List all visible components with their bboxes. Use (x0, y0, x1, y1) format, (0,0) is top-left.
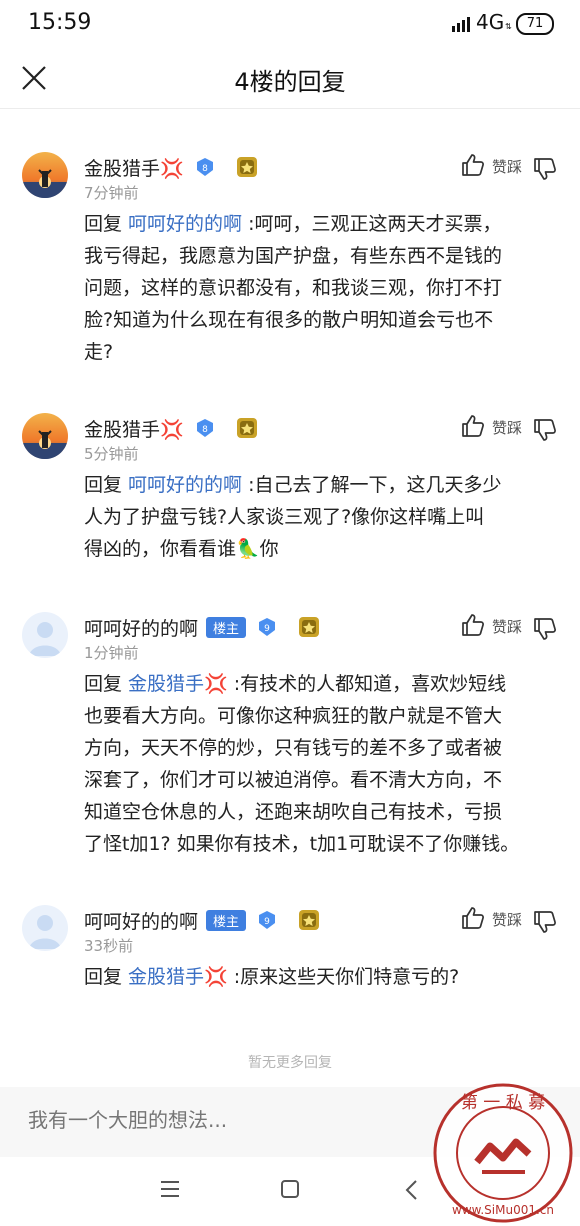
svg-text:8: 8 (202, 425, 208, 435)
level-badge-icon: 9 (259, 618, 276, 636)
comment-line: 回复 金股猎手💢 :有技术的人都知道，喜欢炒短线 (84, 668, 560, 700)
thumbs-up-icon[interactable] (460, 612, 486, 638)
network-type: 4G (476, 10, 505, 34)
menu-icon[interactable] (160, 1180, 180, 1198)
svg-text:www.SiMu001.cn: www.SiMu001.cn (452, 1203, 554, 1217)
comment-line: 知道空仓休息的人，还跑来胡吹自己有技术，亏损 (84, 801, 503, 823)
comment-body: 回复 呵呵好的的啊 :自己去了解一下，这几天多少人为了护盘亏钱?人家谈三观了?像… (84, 469, 560, 565)
username-row: 呵呵好的的啊 楼主 9 (84, 907, 320, 934)
thumbs-up-icon[interactable] (460, 905, 486, 931)
battery-indicator: 71 (516, 13, 554, 35)
comment-body: 回复 金股猎手💢 :有技术的人都知道，喜欢炒短线也要看大方向。可像你这种疯狂的散… (84, 668, 560, 860)
svg-text:9: 9 (264, 624, 270, 634)
comment-body: 回复 呵呵好的的啊 :呵呵，三观正这两天才买票， 我亏得起，我愿意为国产护盘，有些… (84, 208, 560, 368)
comment-line: 了怪t加1? 如果你有技术，t加1可耽误不了你赚钱。 (84, 833, 520, 855)
reply-text: :有技术的人都知道，喜欢炒短线 (227, 673, 507, 695)
level-badge-icon: 8 (196, 158, 213, 176)
reply-input[interactable] (26, 1107, 430, 1133)
username-row: 金股猎手💢 8 (84, 154, 258, 181)
default-avatar-icon (22, 612, 68, 658)
comment-line: 得凶的，你看看谁🦜你 (84, 538, 279, 560)
no-more-replies: 暂无更多回复 (248, 1055, 332, 1071)
mention-link[interactable]: 金股猎手💢 (128, 673, 228, 695)
username[interactable]: 呵呵好的的啊 (84, 911, 198, 933)
vote-label: 赞踩 (492, 158, 523, 176)
vote-label: 赞踩 (492, 419, 523, 437)
vote-label: 赞踩 (492, 911, 523, 929)
level-badge-icon: 9 (259, 911, 276, 929)
thumbs-down-icon[interactable] (532, 156, 558, 182)
comment-body: 回复 金股猎手💢 :原来这些天你们特意亏的? (84, 961, 560, 993)
reply-prefix: 回复 (84, 673, 129, 695)
thumbs-down-icon[interactable] (532, 417, 558, 443)
comment-line: 我亏得起，我愿意为国产护盘，有些东西不是钱的 (84, 245, 503, 267)
avatar[interactable] (22, 152, 68, 198)
avatar[interactable] (22, 905, 68, 951)
status-bar: 15:59 4G ⇅ 71 (0, 0, 580, 48)
svg-text:9: 9 (264, 917, 270, 927)
status-time: 15:59 (28, 10, 92, 35)
member-medal-icon (236, 418, 257, 438)
username[interactable]: 金股猎手💢 (84, 158, 184, 180)
reply-prefix: 回复 (84, 213, 129, 235)
vote-label: 赞踩 (492, 618, 523, 636)
svg-text:8: 8 (202, 164, 208, 174)
svg-text:第 一 私 募: 第 一 私 募 (461, 1093, 545, 1113)
member-medal-icon (299, 617, 320, 637)
comment-time: 33秒前 (84, 937, 134, 955)
network-arrows-icon: ⇅ (505, 22, 512, 31)
back-icon[interactable] (404, 1179, 418, 1201)
comment-line: 走? (84, 341, 114, 363)
member-medal-icon (236, 157, 257, 177)
username[interactable]: 金股猎手💢 (84, 419, 184, 441)
username[interactable]: 呵呵好的的啊 (84, 618, 198, 640)
reply-text: :自己去了解一下，这几天多少 (242, 474, 502, 496)
comment-time: 1分钟前 (84, 644, 139, 662)
thumbs-down-icon[interactable] (532, 616, 558, 642)
host-badge: 楼主 (206, 910, 247, 931)
comment-line: 人为了护盘亏钱?人家谈三观了?像你这样嘴上叫 (84, 506, 485, 528)
nav-bar: 4楼的回复 (0, 48, 580, 109)
comment-line: 回复 呵呵好的的啊 :呵呵，三观正这两天才买票， (84, 208, 560, 240)
watermark-logo: 第 一 私 募 www.SiMu001.cn (433, 1083, 573, 1223)
thumbs-up-icon[interactable] (460, 152, 486, 178)
mention-link[interactable]: 呵呵好的的啊 (128, 474, 242, 496)
signal-icon (452, 17, 470, 32)
reply-text: :呵呵，三观正这两天才买票， (242, 213, 502, 235)
reply-prefix: 回复 (84, 966, 129, 988)
sunset-avatar-icon (22, 152, 68, 198)
reply-prefix: 回复 (84, 474, 129, 496)
level-badge-icon: 8 (196, 419, 213, 437)
comment-line: 问题，这样的意识都没有，和我谈三观，你打不打 (84, 277, 503, 299)
comment-line: 方向，天天不停的炒，只有钱亏的差不多了或者被 (84, 737, 503, 759)
comment-line: 脸?知道为什么现在有很多的散户明知道会亏也不 (84, 309, 494, 331)
thumbs-down-icon[interactable] (532, 909, 558, 935)
thumbs-up-icon[interactable] (460, 413, 486, 439)
comment-line: 回复 呵呵好的的啊 :自己去了解一下，这几天多少 (84, 469, 560, 501)
sunset-avatar-icon (22, 413, 68, 459)
mention-link[interactable]: 金股猎手💢 (128, 966, 228, 988)
avatar[interactable] (22, 612, 68, 658)
mention-link[interactable]: 呵呵好的的啊 (128, 213, 242, 235)
comment-time: 7分钟前 (84, 184, 139, 202)
comment-line: 回复 金股猎手💢 :原来这些天你们特意亏的? (84, 961, 560, 993)
home-icon[interactable] (280, 1179, 300, 1199)
reply-text: :原来这些天你们特意亏的? (227, 966, 460, 988)
comment-line: 深套了，你们才可以被迫消停。看不清大方向，不 (84, 769, 503, 791)
comment-line: 也要看大方向。可像你这种疯狂的散户就是不管大 (84, 705, 503, 727)
page-title: 4楼的回复 (234, 68, 346, 96)
default-avatar-icon (22, 905, 68, 951)
member-medal-icon (299, 910, 320, 930)
host-badge: 楼主 (206, 617, 247, 638)
avatar[interactable] (22, 413, 68, 459)
username-row: 金股猎手💢 8 (84, 415, 258, 442)
comment-time: 5分钟前 (84, 445, 139, 463)
username-row: 呵呵好的的啊 楼主 9 (84, 614, 320, 641)
